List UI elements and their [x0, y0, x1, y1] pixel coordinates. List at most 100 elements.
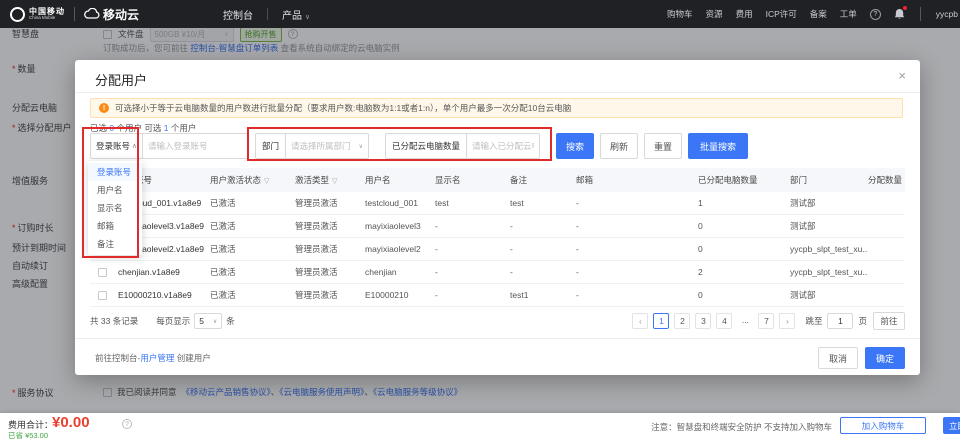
cell-username: E10000210 [365, 290, 409, 300]
row-checkbox-cell [90, 261, 118, 283]
info-banner: ! 可选择小于等于云电脑数量的用户数进行批量分配（要求用户数:电脑数为1:1或者… [90, 98, 903, 118]
dropdown-option[interactable]: 邮箱 [88, 217, 142, 235]
cell-remark: test [510, 198, 524, 208]
dropdown-option[interactable]: 登录账号 [88, 163, 142, 181]
notification-bell-icon[interactable] [894, 6, 907, 20]
china-mobile-logo-icon [10, 6, 25, 22]
page-button[interactable]: 1 [653, 313, 670, 329]
topnav-link[interactable]: 工单 [840, 8, 857, 20]
table-row: chenjian.v1a8e9 已激活 管理员激活 chenjian - - - 2 yycpb… [90, 261, 905, 284]
cell-dept: 测试部 [790, 290, 816, 300]
next-page-button[interactable]: › [779, 313, 796, 329]
cell-type: 管理员激活 [295, 198, 338, 208]
column-header-label: 激活类型 [295, 175, 330, 185]
user-management-link[interactable]: 用户管理 [140, 353, 174, 363]
go-button[interactable]: 前往 [873, 312, 905, 330]
keyword-input[interactable] [142, 133, 248, 159]
dropdown-option[interactable]: 显示名 [88, 199, 142, 217]
prev-page-button[interactable]: ‹ [632, 313, 649, 329]
cell-email: - [576, 221, 579, 231]
cancel-button[interactable]: 取消 [818, 347, 858, 369]
close-icon[interactable]: × [898, 68, 906, 83]
screen: 中国移动 China Mobile 移动云 控制台 产品 ∨ 购物车 资源 费用 ICP… [0, 0, 960, 439]
create-user-hint: 前往控制台-用户管理 创建用户 [95, 353, 211, 363]
department-placeholder: 请选择所属部门 [291, 141, 351, 151]
help-icon[interactable]: ? [122, 419, 132, 429]
page-button[interactable]: 2 [674, 313, 691, 329]
cell-dept: yycpb_slpt_test_xu... [790, 267, 868, 277]
console-menu-item[interactable]: 控制台 [209, 7, 267, 22]
reset-button[interactable]: 重置 [644, 133, 682, 159]
assigned-count-label: 已分配云电脑数量 [385, 133, 467, 159]
topnav-link[interactable]: 费用 [736, 8, 753, 20]
filter-icon[interactable]: ▽ [332, 178, 337, 185]
cell-assigned: 0 [698, 244, 703, 254]
topnav-link[interactable]: 购物车 [667, 8, 693, 20]
cell-status: 已激活 [210, 290, 236, 300]
chevron-down-icon: ∨ [305, 13, 311, 21]
pager: ‹ 1 2 3 4... 7 › 跳至 1 页 前往 [627, 312, 905, 330]
column-header-label: 分配数量 [868, 175, 903, 185]
cell-display: - [435, 244, 438, 254]
topnav-link[interactable]: 备案 [810, 8, 827, 20]
chevron-up-icon: ∧ [131, 143, 137, 150]
per-page-select[interactable]: 5 ∨ [194, 313, 223, 329]
add-to-cart-button[interactable]: 加入购物车 [840, 417, 926, 434]
cell-email: - [576, 267, 579, 277]
page-ellipsis: ... [737, 313, 754, 329]
batch-search-button[interactable]: 批量搜索 [688, 133, 748, 159]
dropdown-option[interactable]: 备注 [88, 235, 142, 253]
banner-text: 可选择小于等于云电脑数量的用户数进行批量分配（要求用户数:电脑数为1:1或者1:… [115, 103, 572, 113]
cell-display: - [435, 267, 438, 277]
modal-title: 分配用户 [95, 73, 148, 88]
page-button[interactable]: 3 [695, 313, 712, 329]
cell-dept: 测试部 [790, 198, 816, 208]
search-button[interactable]: 搜索 [556, 133, 594, 159]
bottom-price-bar: 费用合计： ¥0.00 ? 已省 ¥53.00 注意：智慧盘和终端安全防护 不支… [0, 413, 960, 439]
topnav-link[interactable]: ICP许可 [766, 8, 797, 20]
department-select[interactable]: 请选择所属部门 ∨ [285, 133, 370, 159]
column-header-label: 备注 [510, 175, 528, 185]
column-header: 已分配电脑数量 [698, 168, 790, 192]
confirm-button[interactable]: 确定 [865, 347, 905, 369]
column-header: 用户激活状态 ▽ [210, 168, 295, 192]
cell-display: - [435, 221, 438, 231]
row-checkbox[interactable] [98, 290, 107, 300]
page-button[interactable]: 4 [716, 313, 733, 329]
buy-now-button[interactable]: 立即购买 [943, 417, 960, 434]
topnav-right: 购物车 资源 费用 ICP许可 备案 工单 ? yycpb [667, 6, 960, 21]
search-field-selector[interactable]: 登录账号 ∧ [90, 133, 143, 159]
search-field-value: 登录账号 [96, 141, 131, 151]
dropdown-option[interactable]: 用户名 [88, 181, 142, 199]
column-header-label: 已分配电脑数量 [698, 175, 758, 185]
filter-icon[interactable]: ▽ [264, 178, 269, 185]
username[interactable]: yycpb [936, 9, 958, 19]
cell-dept: 测试部 [790, 221, 816, 231]
help-icon[interactable]: ? [869, 8, 881, 20]
assigned-count-input[interactable] [466, 133, 541, 159]
cell-qty [868, 261, 905, 283]
assign-user-modal: 分配用户 × ! 可选择小于等于云电脑数量的用户数进行批量分配（要求用户数:电脑… [75, 60, 920, 375]
page-button[interactable]: 7 [758, 313, 775, 329]
selected-count: 0 [109, 123, 115, 133]
cloud-logo-icon [84, 7, 100, 21]
cell-qty [868, 192, 905, 214]
total-records: 33 [100, 316, 111, 326]
jump-page-input[interactable]: 1 [827, 313, 854, 329]
total-price: ¥0.00 [52, 414, 90, 431]
topnav-link[interactable]: 资源 [706, 8, 723, 20]
logo-text-en: China Mobile [29, 14, 56, 21]
column-header-label: 用户名 [365, 175, 391, 185]
cell-assigned: 0 [698, 290, 703, 300]
table-row: E10000210.v1a8e9 已激活 管理员激活 E10000210 - test1 -… [90, 284, 905, 307]
cell-email: - [576, 198, 579, 208]
column-header-label: 显示名 [435, 175, 461, 185]
products-menu-item[interactable]: 产品 ∨ [268, 7, 324, 22]
table-row: mayixiaolevel2.v1a8e9 已激活 管理员激活 mayixiaolev… [90, 238, 905, 261]
cell-status: 已激活 [210, 221, 236, 231]
assigned-count-filter-group: 已分配云电脑数量 [385, 133, 541, 159]
refresh-button[interactable]: 刷新 [600, 133, 638, 159]
column-header: 备注 [510, 168, 576, 192]
cell-status: 已激活 [210, 267, 236, 277]
row-checkbox[interactable] [98, 267, 107, 277]
